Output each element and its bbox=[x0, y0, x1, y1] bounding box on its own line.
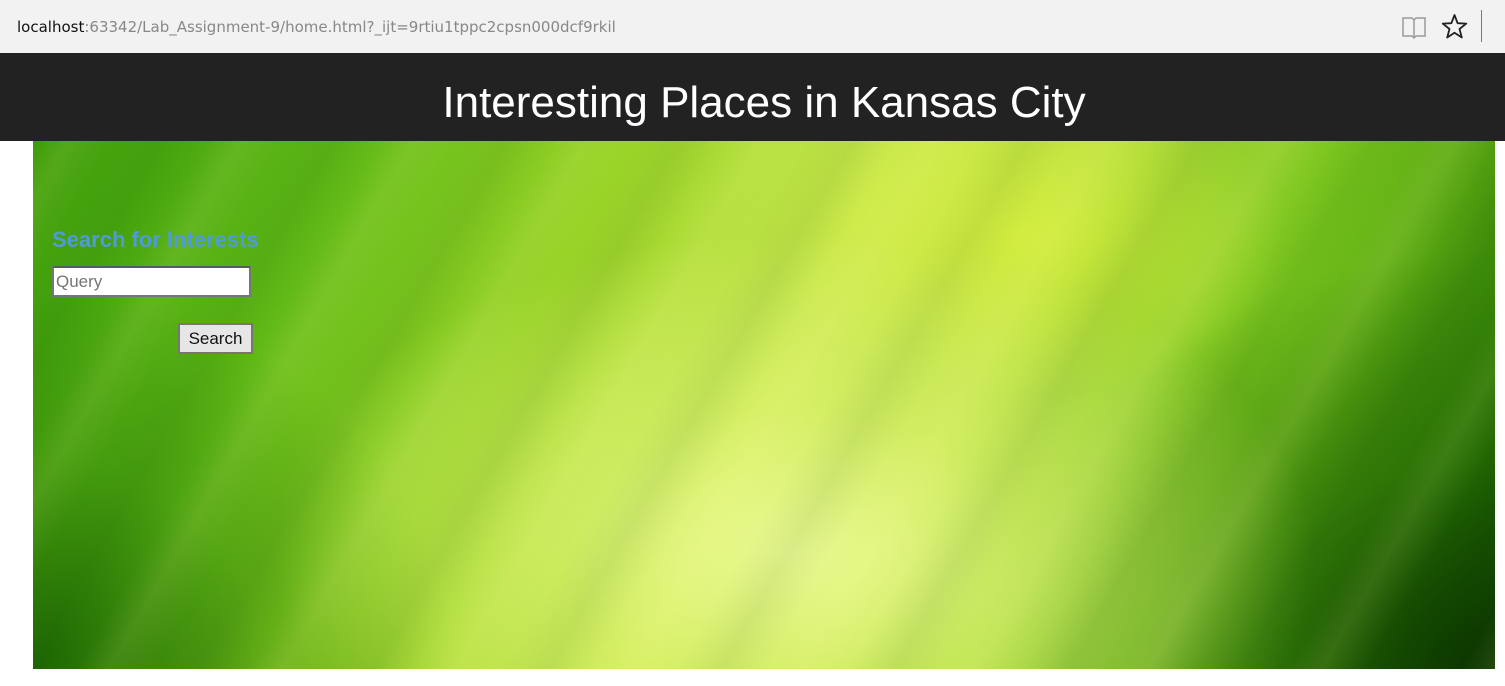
search-button[interactable]: Search bbox=[178, 323, 253, 354]
toolbar-divider bbox=[1481, 10, 1482, 42]
hero-light-streaks bbox=[33, 141, 1495, 669]
browser-address-bar: localhost:63342/Lab_Assignment-9/home.ht… bbox=[0, 0, 1505, 53]
search-heading: Search for Interests bbox=[52, 227, 259, 252]
url-host: localhost bbox=[17, 18, 85, 36]
reading-view-icon[interactable] bbox=[1401, 14, 1427, 40]
favorite-star-icon[interactable] bbox=[1441, 13, 1468, 40]
page-title: Interesting Places in Kansas City bbox=[442, 78, 1086, 127]
url-path: :63342/Lab_Assignment-9/home.html?_ijt=9… bbox=[84, 18, 616, 36]
site-header: Interesting Places in Kansas City bbox=[0, 53, 1505, 141]
search-input[interactable] bbox=[52, 266, 251, 297]
url-text[interactable]: localhost:63342/Lab_Assignment-9/home.ht… bbox=[17, 17, 616, 37]
hero-background-image bbox=[33, 141, 1495, 669]
